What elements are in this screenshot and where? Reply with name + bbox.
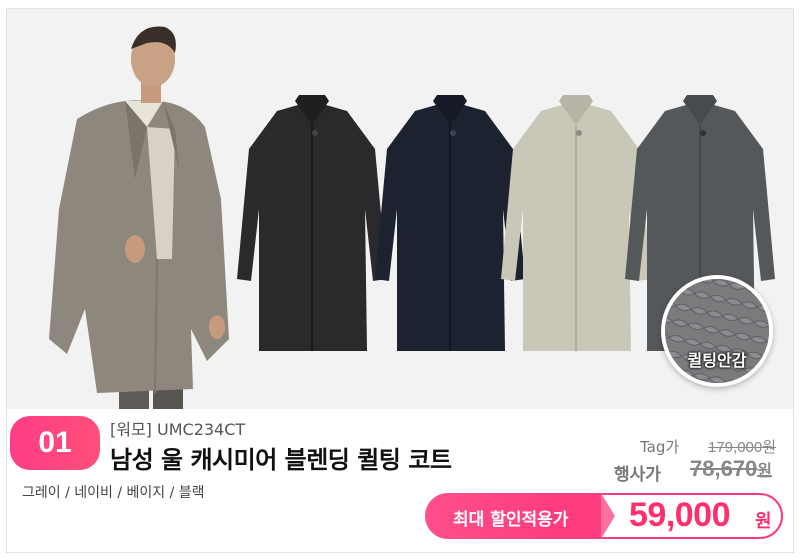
event-price-label: 행사가 (614, 465, 661, 485)
event-price: 78,670원 (690, 456, 772, 482)
quilting-texture-image: 퀼팅안감 (665, 279, 769, 383)
brand-code: [워모] UMC234CT (110, 420, 246, 439)
product-photo[interactable]: 퀼팅안감 (7, 9, 793, 409)
tag-price: 179,000원 (708, 439, 777, 456)
model-image (49, 26, 229, 409)
sale-price-unit: 원 (755, 511, 772, 532)
coat-black-image (237, 95, 387, 351)
sale-price-bar[interactable]: 최대 할인적용가 59,000 원 (425, 493, 783, 539)
sale-price-label: 최대 할인적용가 (453, 510, 569, 530)
product-number-badge: 01 (10, 416, 100, 470)
product-name[interactable]: 남성 울 캐시미어 블렌딩 퀼팅 코트 (110, 440, 452, 475)
quilting-lining-badge: 퀼팅안감 (661, 275, 773, 387)
color-options: 그레이 / 네이비 / 베이지 / 블랙 (22, 485, 205, 501)
quilting-label: 퀼팅안감 (687, 351, 747, 370)
sale-divider-arrow (601, 493, 615, 539)
event-price-value: 78,670 (690, 456, 758, 481)
tag-price-label: Tag가 (640, 438, 680, 456)
sale-price: 59,000 (629, 496, 731, 534)
event-price-unit: 원 (757, 463, 773, 480)
